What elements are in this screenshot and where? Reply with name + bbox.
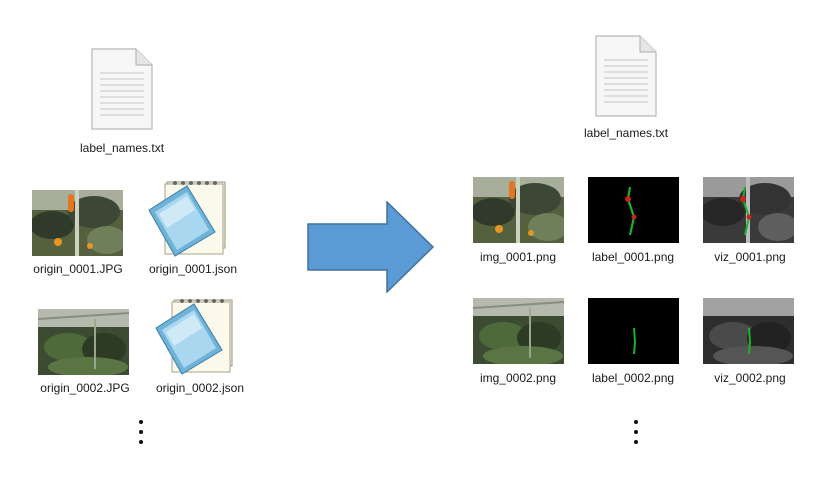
vertical-ellipsis-icon [634, 420, 638, 450]
photo-file-name: origin_0002.JPG [40, 381, 130, 395]
image-file-name: img_0001.png [479, 250, 557, 264]
vertical-ellipsis-icon [139, 420, 143, 450]
image-file-name: img_0002.png [479, 371, 557, 385]
notepad-json-icon[interactable] [145, 174, 237, 258]
image-thumbnail[interactable] [473, 177, 564, 243]
text-file-icon[interactable] [592, 34, 660, 118]
text-file-icon[interactable] [88, 47, 156, 131]
text-file-name: label_names.txt [79, 141, 165, 155]
json-file-name: origin_0001.json [148, 262, 238, 276]
visualization-thumbnail[interactable] [703, 298, 794, 364]
json-file-name: origin_0002.json [155, 381, 245, 395]
viz-file-name: viz_0002.png [714, 371, 786, 385]
label-mask-thumbnail[interactable] [588, 298, 679, 364]
visualization-thumbnail[interactable] [703, 177, 794, 243]
image-thumbnail[interactable] [473, 298, 564, 364]
label-mask-thumbnail[interactable] [588, 177, 679, 243]
photo-file-name: origin_0001.JPG [33, 262, 123, 276]
viz-file-name: viz_0001.png [714, 250, 786, 264]
photo-thumbnail[interactable] [32, 190, 123, 256]
notepad-json-icon[interactable] [152, 292, 244, 376]
label-file-name: label_0001.png [591, 250, 675, 264]
label-file-name: label_0002.png [591, 371, 675, 385]
right-arrow-icon [307, 200, 435, 294]
photo-thumbnail[interactable] [38, 309, 129, 375]
text-file-name: label_names.txt [583, 126, 669, 140]
